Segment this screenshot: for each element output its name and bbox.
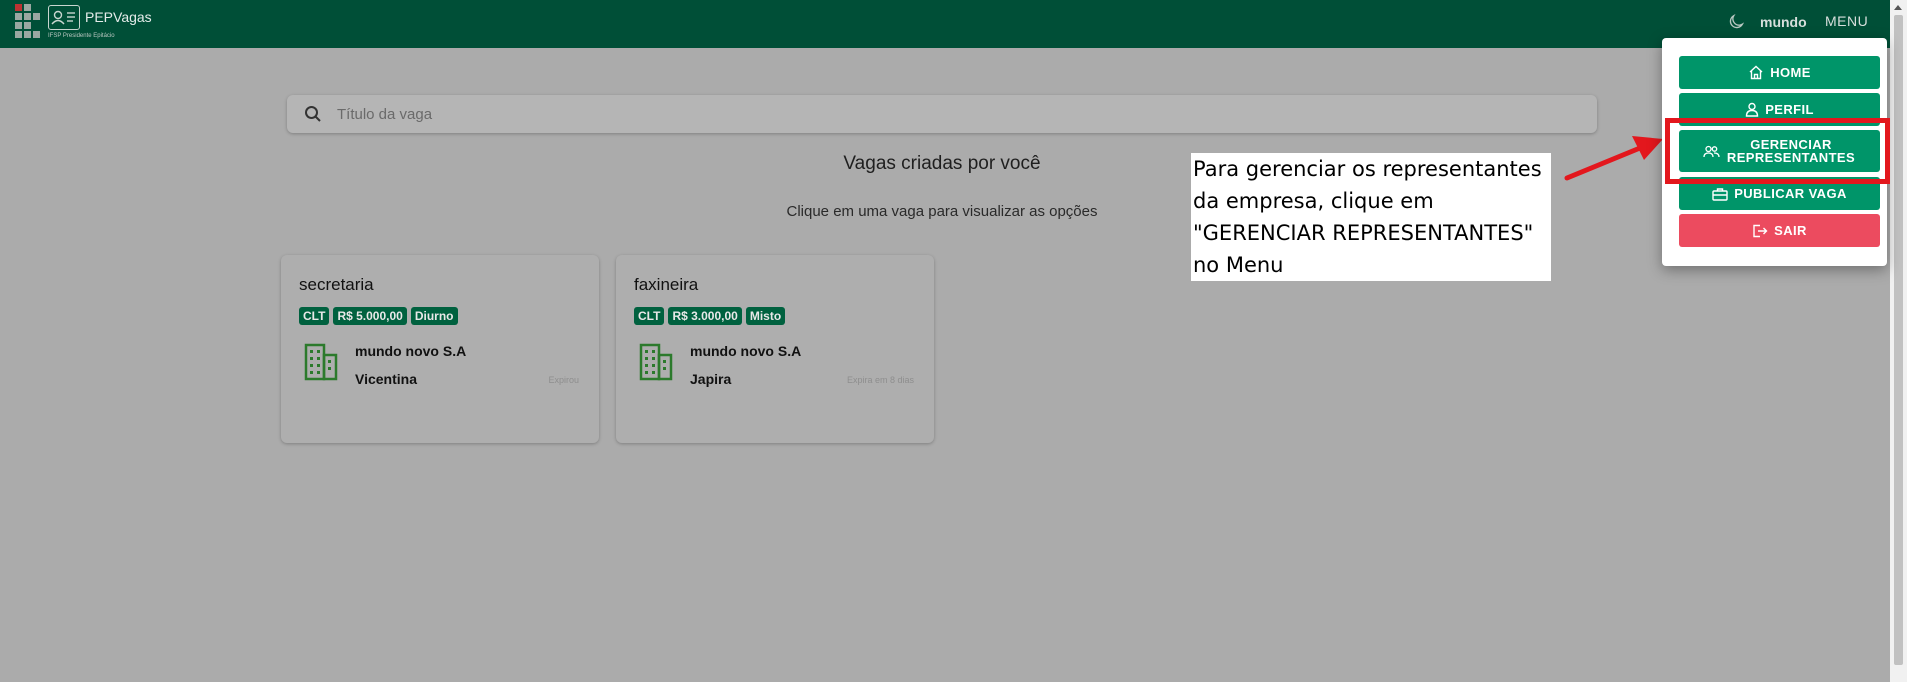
expiry-status: Expira em 8 dias — [846, 375, 914, 385]
callout-line: "GERENCIAR REPRESENTANTES" — [1193, 221, 1534, 245]
menu-item-sair[interactable]: SAIR — [1679, 214, 1880, 247]
username[interactable]: mundo — [1760, 14, 1807, 30]
job-city: Vicentina — [355, 371, 417, 387]
scroll-up-arrow-icon[interactable] — [1894, 5, 1902, 10]
building-icon — [639, 343, 673, 381]
job-tags: CLT R$ 3.000,00 Misto — [634, 307, 786, 325]
menu-item-label: SAIR — [1774, 223, 1807, 238]
menu-item-label: PERFIL — [1765, 102, 1814, 117]
search-input[interactable] — [337, 99, 1577, 129]
logout-icon — [1753, 224, 1768, 237]
salary-badge: R$ 3.000,00 — [668, 307, 742, 325]
shift-badge: Diurno — [410, 307, 458, 325]
brand-name[interactable]: PEPVagas — [85, 9, 152, 25]
scroll-thumb[interactable] — [1894, 15, 1903, 665]
briefcase-icon — [1712, 187, 1728, 201]
id-badge-icon — [48, 5, 80, 30]
job-title: secretaria — [299, 275, 374, 294]
callout-line: Para gerenciar os representantes — [1193, 157, 1542, 181]
dark-mode-toggle-icon[interactable] — [1727, 13, 1745, 31]
contract-badge: CLT — [299, 307, 330, 325]
callout-line: da empresa, clique em — [1193, 189, 1434, 213]
expiry-status: Expirou — [548, 375, 579, 385]
job-tags: CLT R$ 5.000,00 Diurno — [299, 307, 458, 325]
job-card[interactable]: secretaria CLT R$ 5.000,00 Diurno mundo … — [281, 255, 599, 443]
company-name: mundo novo S.A — [690, 343, 802, 359]
callout-line: no Menu — [1193, 253, 1284, 277]
tutorial-callout: Para gerenciar os representantes da empr… — [1191, 153, 1551, 281]
home-icon — [1749, 65, 1763, 80]
menu-button[interactable]: MENU — [1825, 13, 1868, 29]
vertical-scrollbar[interactable] — [1890, 0, 1907, 682]
brand-subtitle: IFSP Presidente Epitácio — [48, 33, 115, 39]
shift-badge: Misto — [745, 307, 786, 325]
search-bar — [287, 95, 1597, 133]
user-icon — [1745, 102, 1759, 117]
menu-item-label: PUBLICAR VAGA — [1734, 186, 1847, 201]
job-city: Japira — [690, 371, 732, 387]
menu-item-home[interactable]: HOME — [1679, 56, 1880, 89]
top-app-bar: PEPVagas IFSP Presidente Epitácio mundo … — [0, 0, 1890, 48]
search-icon — [305, 106, 321, 122]
contract-badge: CLT — [634, 307, 665, 325]
job-title: faxineira — [634, 275, 699, 294]
salary-badge: R$ 5.000,00 — [333, 307, 407, 325]
building-icon — [304, 343, 338, 381]
menu-item-label: HOME — [1770, 65, 1811, 80]
company-name: mundo novo S.A — [355, 343, 467, 359]
annotation-highlight-box — [1665, 118, 1890, 184]
annotation-arrow-icon — [1564, 136, 1663, 181]
page-subtitle: Clique em uma vaga para visualizar as op… — [786, 203, 1098, 220]
job-card[interactable]: faxineira CLT R$ 3.000,00 Misto mundo no… — [616, 255, 934, 443]
ifsp-logo — [15, 4, 41, 38]
